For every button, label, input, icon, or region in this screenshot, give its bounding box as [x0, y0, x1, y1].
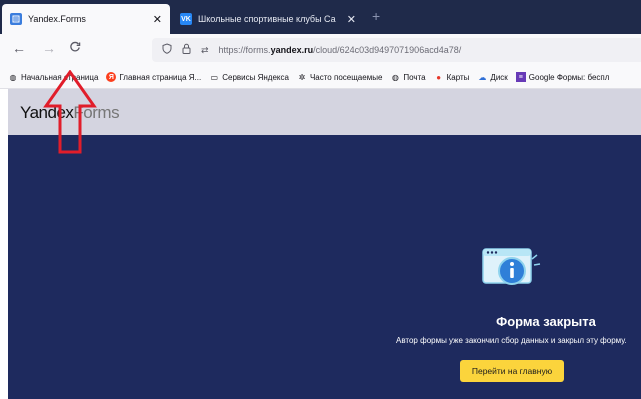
form-closed-text: Автор формы уже закончил сбор данных и з…: [396, 336, 627, 345]
globe-icon: ◍: [391, 72, 399, 82]
map-pin-icon: ●: [436, 72, 442, 82]
bookmark-maps[interactable]: ● Карты: [434, 72, 470, 82]
reload-icon: [70, 41, 81, 52]
google-forms-icon: ≡: [515, 72, 526, 82]
yandex-forms-favicon-icon: [10, 13, 22, 25]
tab-title: Школьные спортивные клубы Са: [198, 14, 336, 24]
bookmark-label: Почта: [403, 72, 426, 82]
bookmark-disk[interactable]: ☁ Диск: [477, 72, 507, 82]
shield-icon: [162, 43, 172, 57]
form-closed-title: Форма закрыта: [496, 314, 596, 329]
back-button[interactable]: ←: [12, 40, 26, 56]
url-domain: yandex.ru: [270, 45, 314, 55]
tab-strip: Yandex.Forms ✕ VK Школьные спортивные кл…: [0, 0, 641, 34]
cloud-icon: ☁: [478, 72, 487, 82]
bookmark-label: Диск: [490, 72, 508, 82]
page-header: YandexForms: [8, 89, 641, 135]
bookmark-label: Главная страница Я...: [119, 72, 202, 82]
tab-title: Yandex.Forms: [28, 14, 86, 24]
globe-icon: ◍: [9, 72, 17, 82]
bookmark-mail[interactable]: ◍ Почта: [390, 72, 426, 82]
folder-icon: ▭: [210, 72, 219, 82]
yandex-icon: Я: [106, 72, 117, 82]
info-illustration-icon: [482, 248, 541, 285]
red-arrow-annotation: [43, 70, 97, 154]
address-bar[interactable]: ⇄ https://forms.yandex.ru/cloud/624c03d9…: [152, 38, 641, 62]
bookmark-most-visited[interactable]: ✲ Часто посещаемые: [297, 72, 383, 82]
bookmark-label: Карты: [446, 72, 470, 82]
tab-sport-clubs[interactable]: VK Школьные спортивные клубы Са ✕: [172, 4, 364, 34]
url-text[interactable]: https://forms.yandex.ru/cloud/624c03d949…: [219, 45, 462, 55]
bookmark-label: Сервисы Яндекса: [222, 72, 289, 82]
tab-yandex-forms[interactable]: Yandex.Forms ✕: [2, 4, 170, 34]
url-path: /cloud/624c03d9497071906acd4a78/: [313, 45, 462, 55]
gear-icon: ✲: [298, 72, 306, 82]
lock-icon[interactable]: [182, 43, 191, 57]
vk-favicon-icon: VK: [180, 13, 192, 25]
url-prefix: https://forms.: [218, 45, 271, 55]
permissions-icon[interactable]: ⇄: [201, 45, 209, 56]
close-tab-icon[interactable]: ✕: [153, 13, 162, 26]
bookmark-google-forms[interactable]: ≡ Google Формы: беспл: [515, 72, 610, 82]
go-home-button[interactable]: Перейти на главную: [460, 360, 564, 382]
bookmark-label: Google Формы: беспл: [528, 72, 610, 82]
navigation-bar: ← → ⇄ https://forms.yandex.ru/cloud/624c…: [0, 34, 641, 66]
reload-button[interactable]: [69, 40, 81, 56]
bookmark-yandex-main[interactable]: Я Главная страница Я...: [106, 72, 201, 82]
bookmark-yandex-services[interactable]: ▭ Сервисы Яндекса: [209, 72, 289, 82]
forward-button[interactable]: →: [42, 40, 56, 56]
new-tab-button[interactable]: +: [372, 8, 380, 24]
close-tab-icon[interactable]: ✕: [347, 13, 356, 26]
page-left-edge: [0, 89, 8, 399]
bookmark-label: Часто посещаемые: [309, 72, 383, 82]
